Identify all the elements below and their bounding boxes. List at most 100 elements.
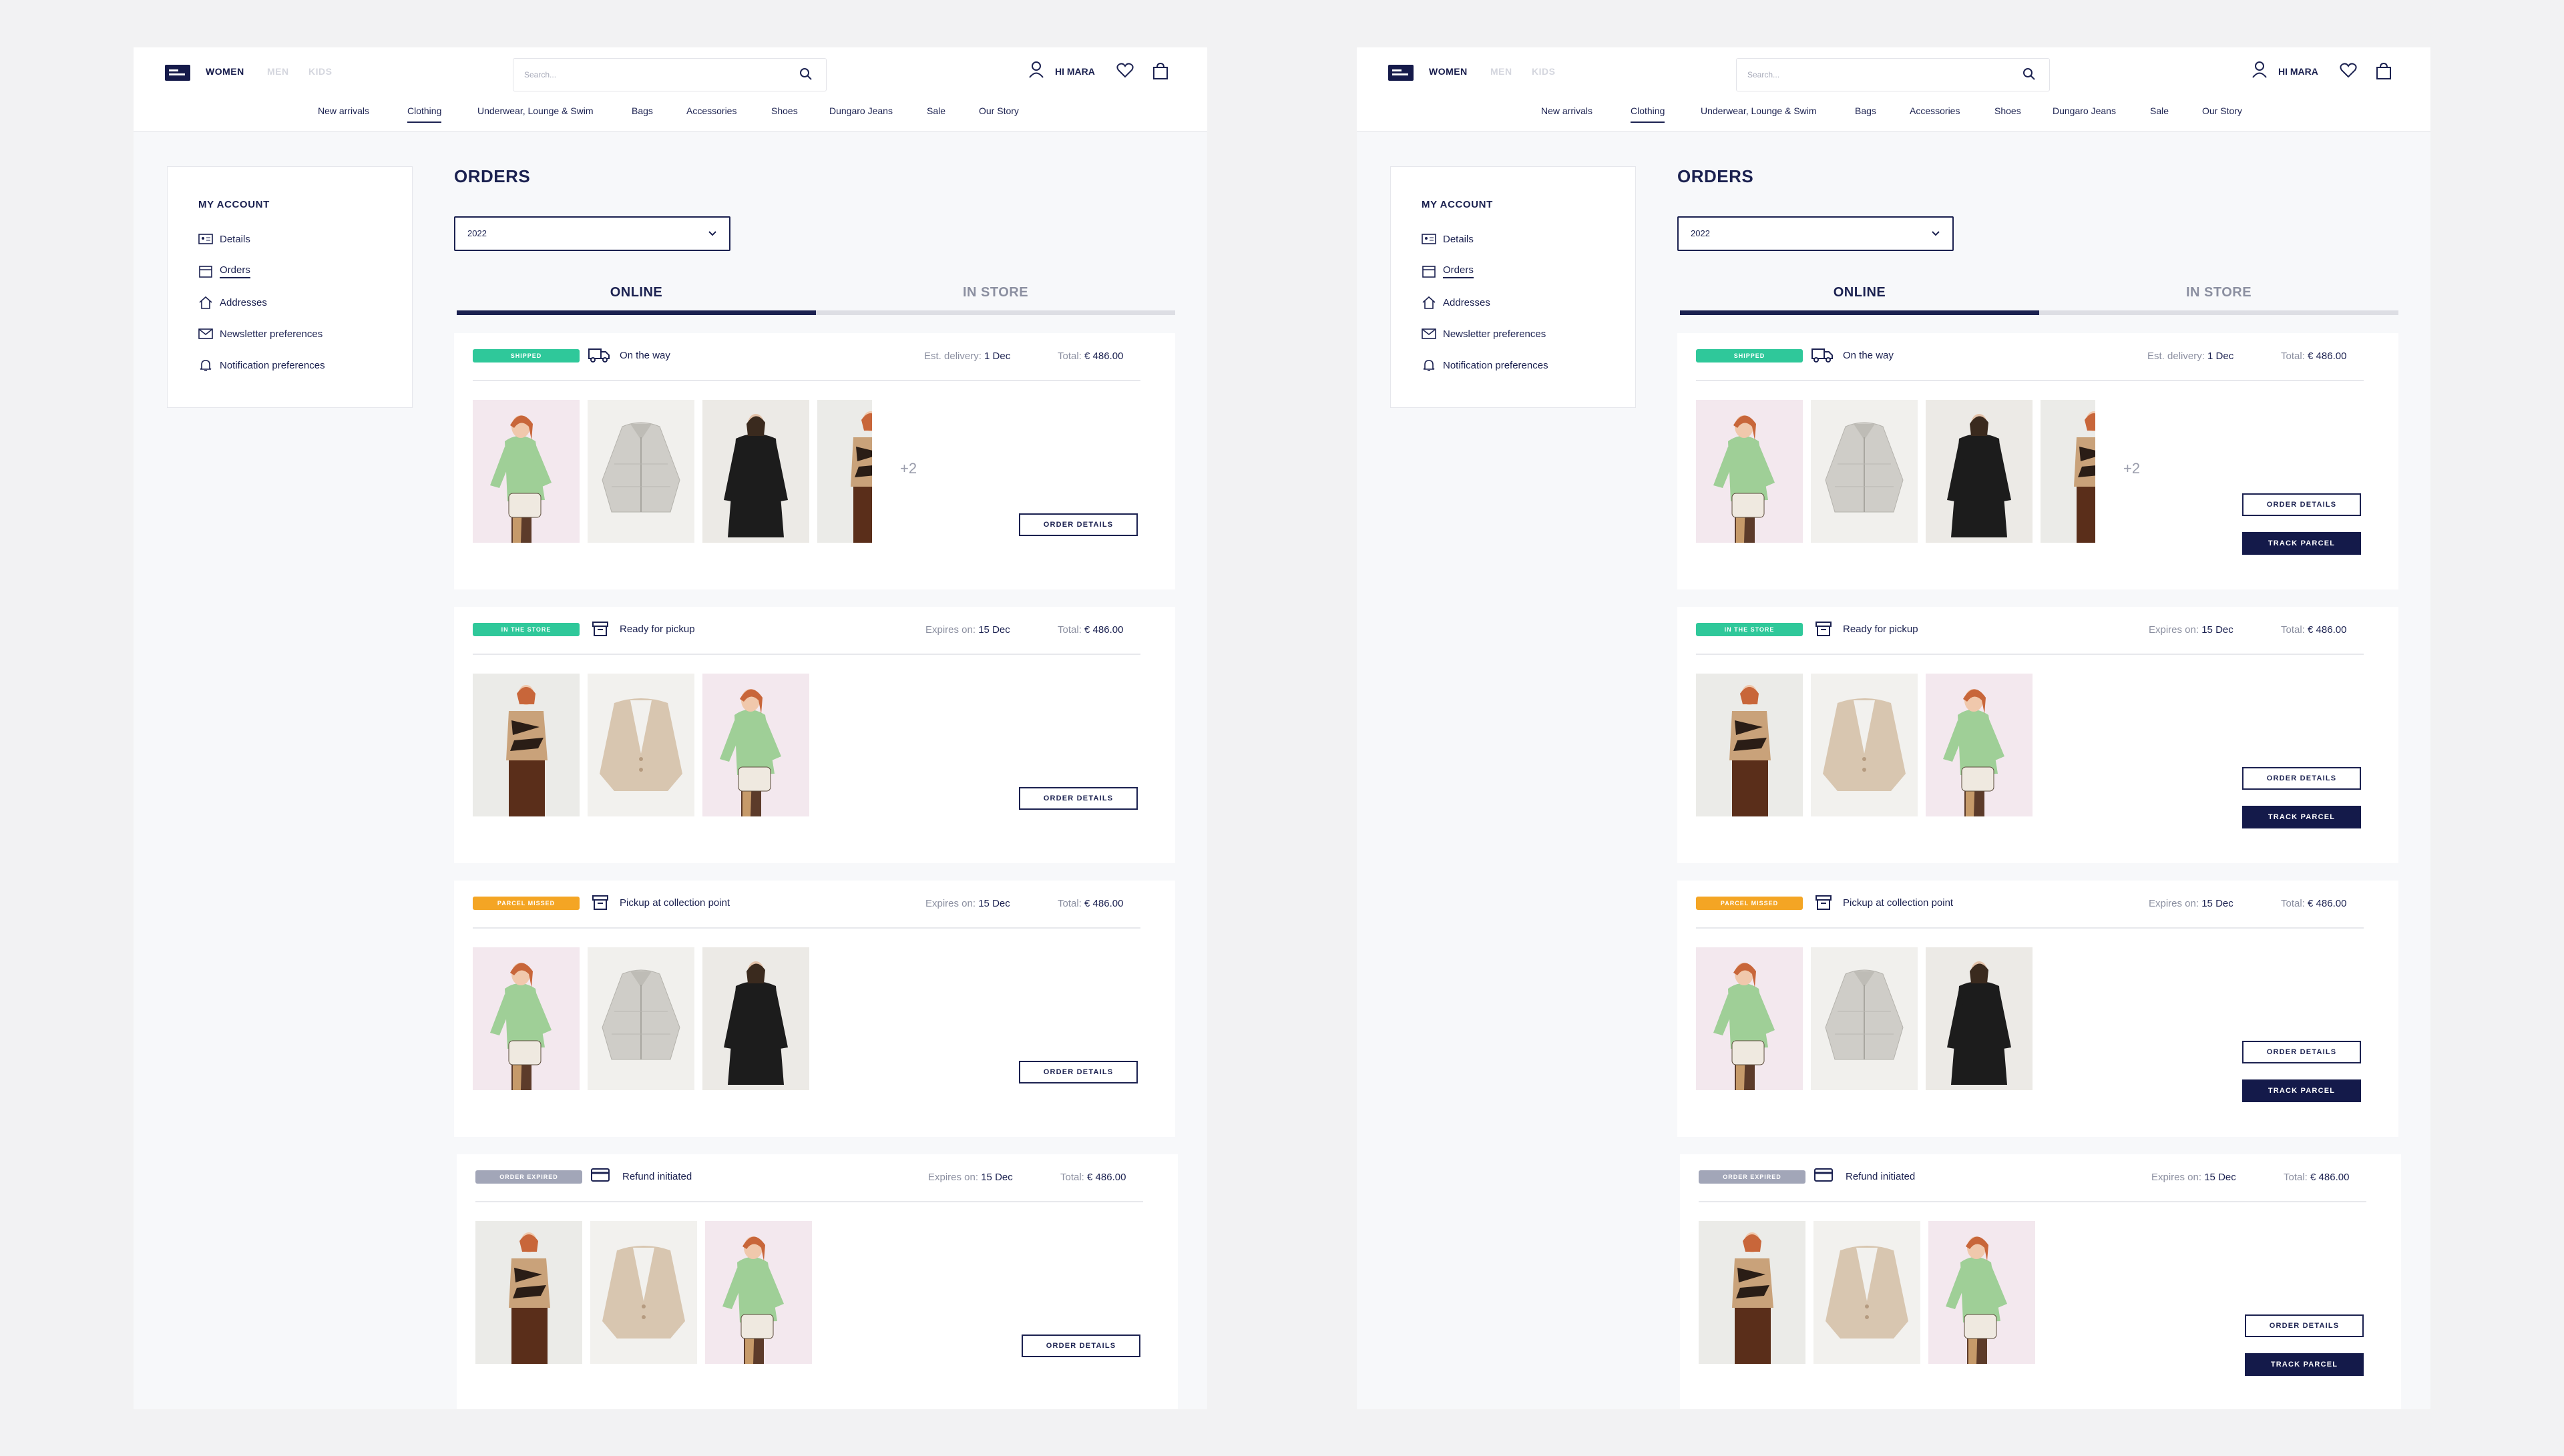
nav-our-story[interactable]: Our Story [979, 105, 1019, 116]
account-item-newsletter[interactable]: Newsletter preferences [198, 325, 323, 342]
gender-kids[interactable]: KIDS [308, 66, 332, 77]
gender-women[interactable]: WOMEN [206, 66, 244, 77]
account-item-notifications[interactable]: Notification preferences [1422, 356, 1548, 374]
gender-men[interactable]: MEN [267, 66, 289, 77]
year-select[interactable]: 2022 [454, 216, 730, 251]
brand-logo[interactable] [1388, 65, 1414, 81]
product-image[interactable] [1811, 674, 1918, 816]
product-image[interactable] [1699, 1221, 1805, 1364]
tab-in-store[interactable]: IN STORE [2039, 285, 2398, 305]
greeting[interactable]: HI MARA [1055, 66, 1095, 77]
product-image[interactable] [473, 674, 580, 816]
track-parcel-button[interactable]: TRACK PARCEL [2242, 806, 2361, 828]
nav-sale[interactable]: Sale [2150, 105, 2169, 116]
order-details-button[interactable]: ORDER DETAILS [2242, 1041, 2361, 1063]
product-image[interactable] [588, 947, 694, 1090]
nav-sale[interactable]: Sale [927, 105, 945, 116]
tab-online[interactable]: ONLINE [1680, 285, 2039, 305]
product-image[interactable] [1813, 1221, 1920, 1364]
user-icon[interactable] [1028, 61, 1044, 78]
account-item-orders[interactable]: Orders [1422, 262, 1474, 280]
account-item-addresses[interactable]: Addresses [198, 294, 267, 311]
heart-icon[interactable] [1116, 62, 1134, 78]
nav-underwear[interactable]: Underwear, Lounge & Swim [1701, 105, 1817, 116]
nav-our-story[interactable]: Our Story [2202, 105, 2242, 116]
account-item-details[interactable]: Details [1422, 230, 1474, 248]
product-image[interactable] [702, 947, 809, 1090]
gender-women[interactable]: WOMEN [1429, 66, 1468, 77]
account-item-newsletter[interactable]: Newsletter preferences [1422, 325, 1546, 342]
nav-underwear[interactable]: Underwear, Lounge & Swim [477, 105, 594, 116]
order-details-button[interactable]: ORDER DETAILS [2242, 493, 2361, 516]
tab-online[interactable]: ONLINE [457, 285, 816, 305]
heart-icon[interactable] [2340, 62, 2357, 78]
nav-bags[interactable]: Bags [632, 105, 653, 116]
product-image[interactable] [702, 674, 809, 816]
product-image[interactable] [590, 1221, 697, 1364]
order-details-button[interactable]: ORDER DETAILS [2245, 1314, 2364, 1337]
account-item-addresses[interactable]: Addresses [1422, 294, 1490, 311]
product-image[interactable] [2041, 400, 2095, 543]
product-image[interactable] [1811, 400, 1918, 543]
product-image[interactable] [473, 947, 580, 1090]
product-image[interactable] [1696, 400, 1803, 543]
nav-shoes[interactable]: Shoes [1994, 105, 2021, 116]
nav-dungaro-jeans[interactable]: Dungaro Jeans [829, 105, 893, 116]
search-input[interactable] [524, 67, 778, 82]
more-items-count[interactable]: +2 [2123, 460, 2140, 477]
order-details-button[interactable]: ORDER DETAILS [1019, 513, 1138, 536]
total-value: € 486.00 [2310, 1172, 2350, 1183]
brand-logo[interactable] [165, 65, 190, 81]
product-image[interactable] [1696, 947, 1803, 1090]
product-image[interactable] [817, 400, 872, 543]
nav-accessories[interactable]: Accessories [686, 105, 736, 116]
product-image[interactable] [1928, 1221, 2035, 1364]
account-item-notifications[interactable]: Notification preferences [198, 356, 325, 374]
product-image[interactable] [588, 400, 694, 543]
track-parcel-button[interactable]: TRACK PARCEL [2242, 1079, 2361, 1102]
account-item-orders[interactable]: Orders [198, 262, 250, 280]
nav-accessories[interactable]: Accessories [1910, 105, 1960, 116]
total-info: Total: € 486.00 [2281, 350, 2346, 362]
bag-icon[interactable] [1152, 62, 1168, 79]
product-image[interactable] [702, 400, 809, 543]
order-details-button[interactable]: ORDER DETAILS [1019, 787, 1138, 810]
track-parcel-button[interactable]: TRACK PARCEL [2245, 1353, 2364, 1376]
gender-kids[interactable]: KIDS [1532, 66, 1555, 77]
archive-box-icon [1815, 895, 1832, 910]
product-image[interactable] [1926, 947, 2033, 1090]
search-icon[interactable] [2022, 67, 2036, 81]
account-item-details[interactable]: Details [198, 230, 250, 248]
nav-clothing[interactable]: Clothing [407, 105, 442, 123]
nav-shoes[interactable]: Shoes [771, 105, 798, 116]
nav-new-arrivals[interactable]: New arrivals [1541, 105, 1592, 116]
nav-new-arrivals[interactable]: New arrivals [318, 105, 369, 116]
order-details-button[interactable]: ORDER DETAILS [2242, 767, 2361, 790]
year-select[interactable]: 2022 [1677, 216, 1954, 251]
product-image[interactable] [588, 674, 694, 816]
more-items-count[interactable]: +2 [900, 460, 917, 477]
order-card: SHIPPED On the way Est. delivery: 1 Dec … [1677, 333, 2398, 589]
product-image[interactable] [1926, 674, 2033, 816]
nav-clothing[interactable]: Clothing [1631, 105, 1665, 123]
product-image[interactable] [1696, 674, 1803, 816]
product-image[interactable] [473, 400, 580, 543]
greeting[interactable]: HI MARA [2278, 66, 2318, 77]
search-icon[interactable] [799, 67, 813, 81]
product-image[interactable] [1811, 947, 1918, 1090]
account-item-label: Orders [1443, 264, 1474, 278]
search-input[interactable] [1747, 67, 2001, 82]
order-details-button[interactable]: ORDER DETAILS [1019, 1061, 1138, 1083]
gender-men[interactable]: MEN [1490, 66, 1512, 77]
product-image[interactable] [475, 1221, 582, 1364]
nav-bags[interactable]: Bags [1855, 105, 1876, 116]
order-details-button[interactable]: ORDER DETAILS [1022, 1334, 1140, 1357]
nav-dungaro-jeans[interactable]: Dungaro Jeans [2053, 105, 2116, 116]
user-icon[interactable] [2252, 61, 2268, 78]
product-image[interactable] [1926, 400, 2033, 543]
tab-in-store[interactable]: IN STORE [816, 285, 1175, 305]
expiry-label: Expires on: [925, 624, 976, 636]
bag-icon[interactable] [2376, 62, 2392, 79]
track-parcel-button[interactable]: TRACK PARCEL [2242, 532, 2361, 555]
product-image[interactable] [705, 1221, 812, 1364]
